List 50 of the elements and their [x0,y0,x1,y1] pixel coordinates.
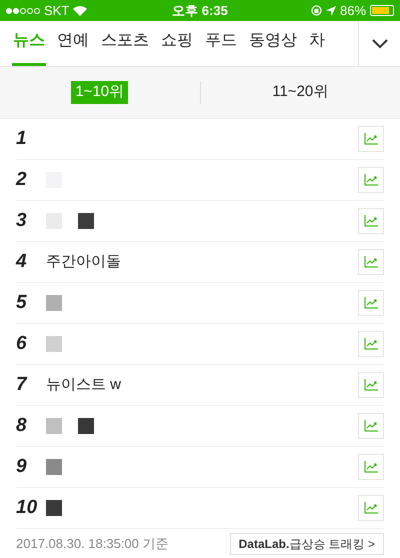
trend-chart-button[interactable] [358,331,384,357]
rank-number: 2 [16,168,28,192]
trend-chart-button[interactable] [358,454,384,480]
trend-chart-icon [364,174,378,186]
category-tab[interactable]: 동영상 [248,29,298,66]
category-tab[interactable]: 연예 [56,29,90,66]
wifi-icon [73,6,88,16]
keyword-link[interactable]: 뉴이스트 w [46,374,121,396]
trend-chart-icon [364,420,378,432]
category-tab[interactable]: 차 [308,29,326,66]
trend-chart-button[interactable] [358,290,384,316]
trend-chart-icon [364,338,378,350]
category-tab[interactable]: 스포츠 [100,29,150,66]
trend-chart-button[interactable] [358,249,384,275]
trend-chart-button[interactable] [358,495,384,521]
trend-chart-icon [364,379,378,391]
rank-number: 6 [16,332,28,356]
location-arrow-icon [326,6,336,16]
datalab-link[interactable]: DataLab.급상승 트래킹 > [230,532,384,554]
rotation-lock-icon [310,5,322,16]
clock-time: 오후 6:35 [172,2,228,20]
trend-chart-icon [364,215,378,227]
trend-chart-icon [364,256,378,268]
trend-chart-button[interactable] [358,126,384,152]
trend-chart-icon [364,461,378,473]
trend-chart-button[interactable] [358,208,384,234]
trend-chart-button[interactable] [358,167,384,193]
chevron-down-icon [372,38,388,48]
carrier-name: SKT [44,2,70,20]
update-timestamp: 2017.08.30. 18:35:00 기준 [16,534,169,553]
keyword-link[interactable]: 주간아이돌 [46,250,121,274]
trend-chart-icon [364,502,378,514]
rank-number: 1 [16,126,28,151]
trend-chart-icon [364,133,378,145]
rank-number: 4 [16,250,28,274]
category-tab[interactable]: 푸드 [204,29,238,66]
battery-percent: 86% [340,2,366,20]
signal-icon [6,8,40,14]
category-tab[interactable]: 쇼핑 [160,29,194,66]
range-tab[interactable]: 11~20위 [268,81,332,104]
rank-number: 5 [16,290,28,315]
trend-chart-button[interactable] [358,413,384,439]
rank-number: 8 [16,414,28,438]
rank-number: 10 [16,496,38,520]
battery-icon [370,5,394,16]
trend-chart-button[interactable] [358,372,384,398]
rank-number: 9 [16,454,28,479]
trend-chart-icon [364,297,378,309]
rank-number: 7 [16,372,28,397]
rank-number: 3 [16,208,28,233]
